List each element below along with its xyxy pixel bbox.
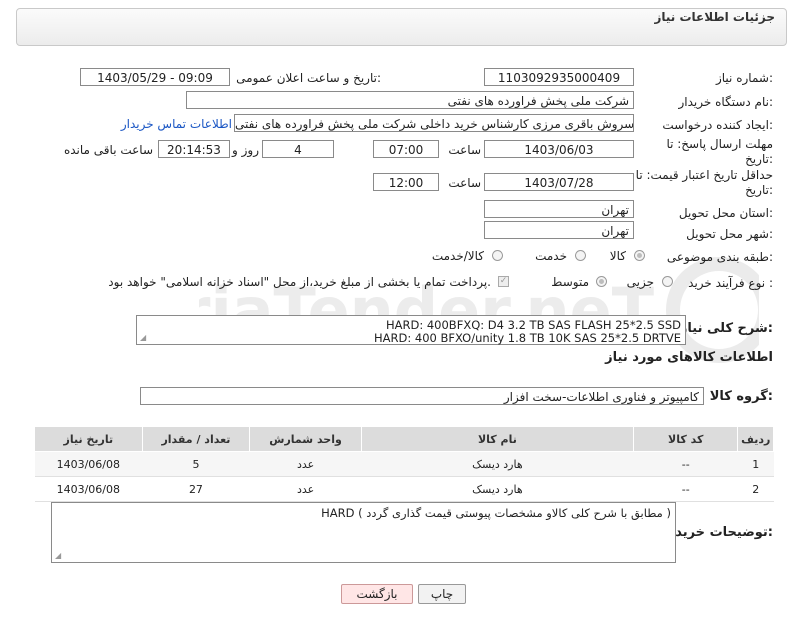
buyer-contact-link[interactable]: اطلاعات تماس خریدار — [121, 117, 232, 131]
goods-table: ردیف کد کالا نام کالا واحد شمارش تعداد /… — [34, 426, 774, 502]
resize-handle-icon[interactable]: ◢ — [140, 333, 146, 342]
treasury-payment-checkbox[interactable]: ✓ — [498, 276, 509, 287]
item-code: -- — [633, 451, 738, 477]
row-index: 2 — [737, 476, 774, 502]
deadline-time-label: ساعت — [448, 143, 481, 157]
item-qty: 5 — [142, 451, 250, 477]
category-goods-service-text: کالا/خدمت — [431, 249, 484, 263]
deadline-time-field: 07:00 — [373, 140, 439, 158]
print-button[interactable]: چاپ — [418, 584, 466, 604]
category-goods-text: کالا — [609, 249, 626, 263]
days-label: روز و — [232, 143, 259, 157]
item-date: 1403/06/08 — [34, 451, 143, 477]
buyer-notes-box: HARD ( مطابق با شرح کلی کالاو مشخصات پیو… — [51, 502, 676, 563]
remaining-label: ساعت باقی مانده — [63, 143, 153, 157]
row-index: 1 — [737, 451, 774, 477]
announce-field: 1403/05/29 - 09:09 — [80, 68, 230, 86]
item-name: هارد دیسک — [361, 451, 634, 477]
item-unit: عدد — [249, 476, 362, 502]
goods-table-header: ردیف کد کالا نام کالا واحد شمارش تعداد /… — [34, 426, 774, 452]
announce-label: تاریخ و ساعت اعلان عمومی: — [236, 71, 381, 85]
city-field: تهران — [484, 221, 634, 239]
description-line-2: HARD: 400 BFXO/unity 1.8 TB 10K SAS 25*2… — [374, 331, 681, 345]
creator-label: ایجاد کننده درخواست: — [662, 118, 773, 132]
price-time-field: 12:00 — [373, 173, 439, 191]
category-service-text: خدمت — [535, 249, 567, 263]
process-minor-text: جزیی — [626, 275, 654, 289]
category-goods-service-radio[interactable] — [492, 250, 503, 261]
table-row: 2 -- هارد دیسک عدد 27 1403/06/08 — [34, 476, 774, 502]
process-medium-text: متوسط — [551, 275, 589, 289]
item-qty: 27 — [142, 476, 250, 502]
resize-handle-icon[interactable]: ◢ — [55, 551, 61, 560]
buyer-notes-label: توضیحات خریدار: — [663, 525, 773, 540]
process-minor-radio[interactable] — [662, 276, 673, 287]
category-goods-radio[interactable] — [634, 250, 645, 261]
goods-group-field: کامپیوتر و فناوری اطلاعات-سخت افزار — [140, 387, 704, 405]
description-label: شرح کلی نیاز: — [679, 321, 773, 336]
buyer-org-label: نام دستگاه خریدار: — [678, 95, 774, 109]
category-label: طبقه بندی موضوعی: — [666, 250, 773, 264]
item-unit: عدد — [249, 451, 362, 477]
item-name: هارد دیسک — [361, 476, 634, 502]
price-validity-label: حداقل تاریخ اعتبار قیمت: تا تاریخ: — [635, 168, 773, 197]
buyer-notes-text: HARD ( مطابق با شرح کلی کالاو مشخصات پیو… — [321, 506, 671, 520]
goods-group-label: گروه کالا: — [709, 389, 773, 404]
col-code-header: کد کالا — [632, 426, 739, 452]
treasury-payment-note: پرداخت تمام یا بخشی از مبلغ خرید،از محل … — [108, 275, 491, 289]
item-code: -- — [633, 476, 738, 502]
col-row-header: ردیف — [737, 426, 774, 452]
need-number-label: شماره نیاز: — [715, 71, 773, 85]
need-number-field: 1103092935000409 — [484, 68, 634, 86]
city-label: شهر محل تحویل: — [686, 227, 773, 241]
back-button[interactable]: بازگشت — [341, 584, 413, 604]
process-medium-radio[interactable] — [596, 276, 607, 287]
table-row: 1 -- هارد دیسک عدد 5 1403/06/08 — [34, 451, 774, 477]
province-field: تهران — [484, 200, 634, 218]
remaining-time-field: 20:14:53 — [158, 140, 230, 158]
goods-section-title: اطلاعات کالاهای مورد نیاز — [605, 350, 773, 365]
col-date-header: تاریخ نیاز — [34, 426, 143, 452]
deadline-date-field: 1403/06/03 — [484, 140, 634, 158]
category-service-radio[interactable] — [575, 250, 586, 261]
days-field: 4 — [262, 140, 334, 158]
col-qty-header: تعداد / مقدار — [141, 426, 251, 452]
description-box: HARD: 400BFXQ: D4 3.2 TB SAS FLASH 25*2.… — [136, 315, 686, 345]
description-line-1: HARD: 400BFXQ: D4 3.2 TB SAS FLASH 25*2.… — [385, 318, 681, 332]
buyer-org-field: شرکت ملی پخش فراورده های نفتی — [186, 91, 634, 109]
deadline-label: مهلت ارسال پاسخ: تا تاریخ: — [666, 137, 773, 166]
col-name-header: نام کالا — [360, 426, 634, 452]
col-unit-header: واحد شمارش — [249, 426, 362, 452]
creator-field: سروش باقری مرزی کارشناس خرید داخلی شرکت … — [234, 114, 634, 132]
province-label: استان محل تحویل: — [678, 206, 773, 220]
item-date: 1403/06/08 — [34, 476, 143, 502]
process-type-label: نوع فرآیند خرید : — [688, 276, 773, 290]
price-time-label: ساعت — [448, 176, 481, 190]
page-title: جزئیات اطلاعات نیاز — [654, 10, 775, 24]
price-date-field: 1403/07/28 — [484, 173, 634, 191]
